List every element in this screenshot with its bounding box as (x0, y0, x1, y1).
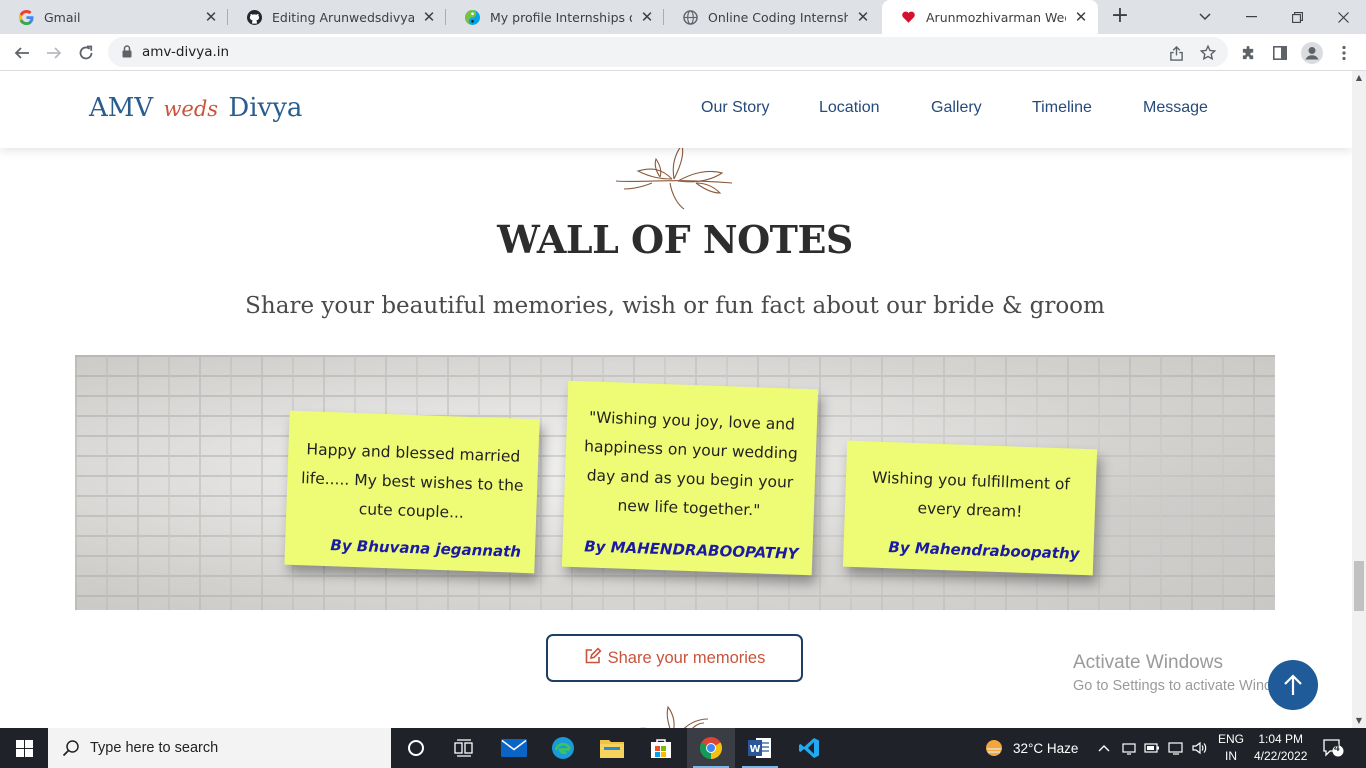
site-header: AMV weds Divya Our Story Location Galler… (0, 71, 1352, 148)
taskbar-search-box[interactable]: Type here to search (48, 728, 391, 768)
microsoft-store-icon[interactable] (637, 728, 685, 768)
note-message: Happy and blessed married life..... My b… (300, 440, 524, 522)
network-icon[interactable] (1122, 728, 1136, 768)
file-explorer-icon[interactable] (588, 728, 636, 768)
reload-icon[interactable] (72, 39, 100, 67)
volume-icon[interactable] (1192, 728, 1208, 768)
edit-icon (584, 646, 602, 670)
side-panel-icon[interactable] (1266, 39, 1294, 67)
restore-icon[interactable] (1274, 0, 1320, 34)
close-tab-icon[interactable]: ✕ (204, 8, 218, 26)
nav-timeline[interactable]: Timeline (1032, 99, 1092, 117)
tab-title: Gmail (44, 9, 81, 25)
scrollbar-thumb[interactable] (1354, 561, 1364, 611)
close-tab-icon[interactable]: ✕ (422, 8, 436, 26)
section-subtitle: Share your beautiful memories, wish or f… (245, 293, 1105, 319)
tab-title: My profile Internships online (490, 9, 632, 25)
notification-center-icon[interactable]: 4 (1322, 728, 1344, 768)
close-tab-icon[interactable]: ✕ (856, 8, 870, 26)
scroll-down-arrow-icon[interactable]: ▼ (1352, 714, 1366, 728)
cortana-icon[interactable] (392, 728, 440, 768)
taskbar-clock[interactable]: 1:04 PM 4/22/2022 (1254, 731, 1307, 765)
nav-message[interactable]: Message (1143, 99, 1208, 117)
weather-widget[interactable]: 32°C Haze (984, 728, 1078, 768)
input-language-indicator[interactable]: ENG IN (1218, 731, 1244, 765)
site-logo[interactable]: AMV weds Divya (89, 93, 302, 123)
back-arrow-icon[interactable] (8, 39, 36, 67)
url-text[interactable]: amv-divya.in (142, 44, 229, 60)
scroll-up-arrow-icon[interactable]: ▲ (1352, 71, 1366, 85)
notes-wall: Happy and blessed married life..... My b… (75, 355, 1275, 610)
windows-taskbar: Type here to search W 32°C Haze ENG IN 1… (0, 728, 1366, 768)
battery-icon[interactable] (1144, 728, 1160, 768)
share-memories-button[interactable]: Share your memories (546, 634, 803, 682)
note-card: Wishing you fulfillment of every dream! … (842, 440, 1098, 576)
svg-text:W: W (749, 744, 760, 755)
note-author: By Bhuvana jegannath (330, 536, 522, 561)
nav-location[interactable]: Location (819, 99, 880, 117)
extensions-puzzle-icon[interactable] (1234, 39, 1262, 67)
note-message: Wishing you fulfillment of every dream! (871, 468, 1071, 521)
profile-avatar-icon[interactable] (1298, 39, 1326, 67)
notification-count-badge: 4 (1334, 743, 1340, 754)
tab-coding-internship[interactable]: Online Coding Internship - Sk ✕ (664, 0, 880, 34)
lock-icon[interactable] (122, 43, 132, 62)
browser-tab-bar: Gmail ✕ Editing Arunwedsdivya/readme ✕ M… (0, 0, 1366, 34)
tab-title: Editing Arunwedsdivya/readme (272, 9, 414, 25)
tab-gmail[interactable]: Gmail ✕ (0, 0, 228, 34)
nav-gallery[interactable]: Gallery (931, 99, 982, 117)
section-title: WALL OF NOTES (497, 217, 853, 262)
forward-arrow-icon[interactable] (40, 39, 68, 67)
search-placeholder: Type here to search (90, 740, 219, 756)
chrome-browser-icon[interactable] (687, 728, 735, 768)
close-window-icon[interactable] (1320, 0, 1366, 34)
tab-title: Arunmozhivarman Weds Divya (926, 9, 1066, 25)
edge-browser-icon[interactable] (539, 728, 587, 768)
heart-icon (900, 9, 916, 25)
leaf-ornament-icon (632, 705, 722, 728)
tab-title: Online Coding Internship - Sk (708, 9, 848, 25)
show-hidden-icons-chevron-icon[interactable] (1098, 728, 1110, 768)
browser-menu-icon[interactable] (1330, 39, 1358, 67)
page-viewport: AMV weds Divya Our Story Location Galler… (0, 71, 1352, 728)
page-scrollbar[interactable]: ▲ ▼ (1352, 71, 1366, 728)
task-view-icon[interactable] (440, 728, 488, 768)
note-author: By MAHENDRABOOPATHY (583, 537, 799, 563)
tab-search-chevron-icon[interactable] (1182, 0, 1228, 34)
scroll-to-top-button[interactable] (1268, 660, 1318, 710)
bookmark-star-icon[interactable] (1194, 39, 1222, 67)
google-icon (18, 9, 34, 25)
address-bar[interactable]: amv-divya.in (108, 37, 1228, 67)
note-author: By Mahendraboopathy (888, 538, 1080, 563)
windows-logo-icon (15, 739, 33, 757)
mail-app-icon[interactable] (490, 728, 538, 768)
tab-internshala[interactable]: My profile Internships online ✕ (446, 0, 664, 34)
word-app-icon[interactable]: W (736, 728, 784, 768)
arrow-up-icon (1284, 674, 1302, 695)
github-icon (246, 9, 262, 25)
start-button[interactable] (0, 728, 48, 768)
tab-github[interactable]: Editing Arunwedsdivya/readme ✕ (228, 0, 446, 34)
close-tab-icon[interactable]: ✕ (1074, 8, 1088, 26)
nav-our-story[interactable]: Our Story (701, 99, 769, 117)
haze-sun-icon (986, 740, 1002, 756)
tab-amv-divya[interactable]: Arunmozhivarman Weds Divya ✕ (882, 0, 1098, 34)
browser-toolbar: amv-divya.in (0, 34, 1366, 71)
internshala-icon (464, 9, 480, 25)
leaf-ornament-icon (612, 143, 738, 217)
close-tab-icon[interactable]: ✕ (640, 8, 654, 26)
new-tab-plus-icon[interactable]: + (1108, 5, 1132, 29)
globe-icon (682, 9, 698, 25)
share-page-icon[interactable] (1162, 39, 1190, 67)
share-memories-label: Share your memories (607, 648, 766, 667)
note-message: "Wishing you joy, love and happiness on … (583, 408, 799, 520)
wifi-icon[interactable] (1168, 728, 1184, 768)
note-card: Happy and blessed married life..... My b… (284, 410, 540, 574)
note-card: "Wishing you joy, love and happiness on … (561, 380, 819, 576)
search-icon (62, 740, 79, 757)
vscode-icon[interactable] (785, 728, 833, 768)
minimize-icon[interactable] (1228, 0, 1274, 34)
